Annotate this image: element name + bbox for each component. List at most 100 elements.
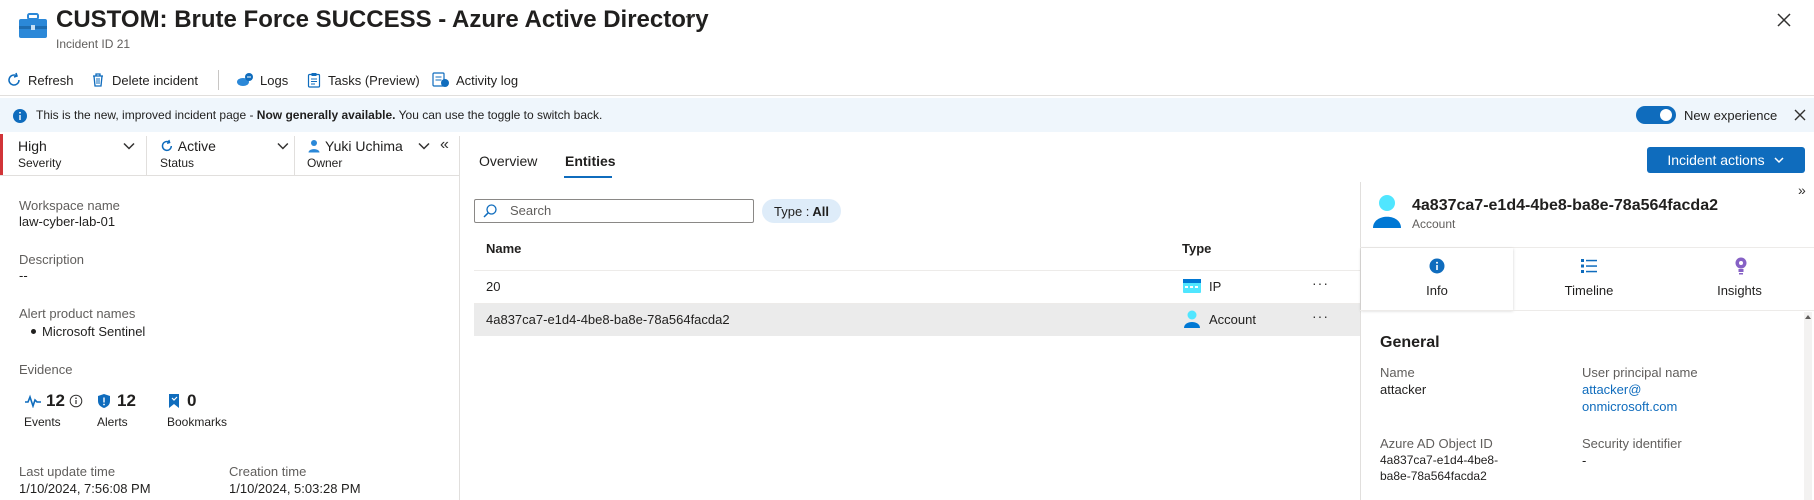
entity-title: 4a837ca7-e1d4-4be8-ba8e-78a564facda2 (1412, 197, 1718, 214)
tab-info[interactable] (1361, 248, 1513, 310)
activity-log-icon (432, 72, 449, 87)
close-button[interactable] (1772, 8, 1796, 32)
column-header-name[interactable]: Name (486, 241, 521, 256)
severity-dropdown[interactable]: High Severity (18, 138, 144, 176)
field-name-label: Name (1380, 365, 1415, 380)
tab-entities[interactable]: Entities (565, 153, 616, 169)
row-more-button[interactable]: ··· (1312, 275, 1329, 291)
column-header-type[interactable]: Type (1182, 241, 1211, 256)
field-name-value: attacker (1380, 382, 1427, 397)
tab-overview[interactable]: Overview (479, 153, 537, 169)
severity-indicator (0, 134, 3, 176)
close-icon (1777, 13, 1791, 27)
entity-name[interactable]: 20 (486, 279, 500, 294)
type-filter-prefix: Type : (774, 203, 810, 219)
owner-dropdown[interactable]: Yuki Uchima Owner (307, 138, 431, 176)
tab-insights-label: Insights (1717, 283, 1762, 298)
delete-incident-button[interactable]: Delete incident (90, 68, 198, 92)
divider (294, 136, 295, 176)
activity-log-button[interactable]: Activity log (432, 68, 518, 92)
upn-line-1: attacker@ (1582, 382, 1642, 397)
ip-icon (1182, 277, 1202, 295)
owner-label: Owner (307, 156, 343, 170)
banner-text-start: This is the new, improved incident page … (36, 108, 257, 122)
evidence-label: Evidence (19, 362, 73, 377)
workspace-value: law-cyber-lab-01 (19, 214, 116, 229)
chevron-down-icon (277, 143, 289, 150)
tab-timeline-label: Timeline (1564, 283, 1614, 298)
refresh-icon (8, 72, 20, 86)
refresh-label: Refresh (28, 72, 74, 88)
field-aad-id-value: 4a837ca7-e1d4-4be8- ba8e-78a564facda2 (1380, 453, 1498, 483)
clipboard-icon (307, 73, 321, 88)
last-update-label: Last update time (19, 464, 116, 479)
bookmarks-evidence[interactable]: 0 (167, 391, 196, 411)
divider (0, 175, 459, 176)
refresh-button[interactable]: Refresh (6, 68, 74, 92)
scroll-up-icon[interactable] (1804, 313, 1812, 321)
page-title: CUSTOM: Brute Force SUCCESS - Azure Acti… (56, 6, 709, 33)
incident-icon (18, 12, 48, 40)
row-more-button[interactable]: ··· (1312, 308, 1329, 324)
bookmarks-count: 0 (187, 391, 197, 410)
aad-id-line-1: 4a837ca7-e1d4-4be8- (1380, 453, 1499, 467)
timeline-icon (1580, 258, 1598, 274)
upn-line-2: onmicrosoft.com (1582, 399, 1678, 414)
alerts-count: 12 (117, 391, 136, 410)
incident-actions-label: Incident actions (1667, 152, 1765, 168)
close-icon (1794, 109, 1806, 121)
creation-time-value: 1/10/2024, 5:03:28 PM (229, 481, 361, 496)
account-avatar-icon (1371, 193, 1403, 229)
tasks-button[interactable]: Tasks (Preview) (306, 68, 420, 92)
collapse-panel-button[interactable]: « (440, 136, 449, 154)
field-upn-link[interactable]: attacker@ onmicrosoft.com (1582, 382, 1677, 414)
alerts-label: Alerts (97, 415, 128, 429)
bookmark-icon (169, 394, 179, 408)
severity-label: Severity (18, 156, 62, 170)
search-placeholder: Search (510, 203, 552, 218)
field-upn-label: User principal name (1582, 365, 1698, 380)
banner-close-button[interactable] (1792, 107, 1808, 123)
incident-actions-button[interactable]: Incident actions (1647, 147, 1805, 173)
entity-name[interactable]: 4a837ca7-e1d4-4be8-ba8e-78a564facda2 (486, 312, 730, 327)
chevron-down-icon (418, 142, 430, 150)
user-icon (308, 140, 320, 153)
description-label: Description (19, 252, 85, 267)
logs-button[interactable]: Logs (236, 68, 288, 92)
last-update-value: 1/10/2024, 7:56:08 PM (19, 481, 151, 496)
aad-id-line-2: ba8e-78a564facda2 (1380, 469, 1487, 483)
alerts-evidence[interactable]: 12 (97, 391, 136, 411)
more-options-button[interactable]: ··· (684, 8, 703, 26)
insights-icon (1734, 257, 1748, 275)
tab-timeline[interactable] (1513, 248, 1665, 310)
entity-panel-border (1360, 182, 1361, 500)
type-filter[interactable]: Type : All (762, 199, 842, 223)
refresh-status-icon (161, 139, 173, 152)
field-sid-label: Security identifier (1582, 436, 1682, 451)
field-aad-id-label: Azure AD Object ID (1380, 436, 1493, 451)
events-evidence[interactable]: 12 (24, 391, 83, 411)
chevron-down-icon (1774, 157, 1784, 164)
field-sid-value: - (1582, 453, 1587, 468)
divider (146, 136, 147, 176)
entity-type: Account (1209, 312, 1256, 327)
workspace-label: Workspace name (19, 198, 120, 213)
info-circle-icon (69, 394, 83, 408)
active-tab-indicator (564, 176, 612, 178)
tab-insights[interactable] (1665, 248, 1814, 310)
toggle-knob (1660, 109, 1672, 121)
toolbar-divider-line (0, 95, 1814, 96)
chevron-down-icon (123, 142, 135, 150)
expand-panel-button[interactable]: » (1798, 182, 1806, 198)
tab-info-label: Info (1426, 283, 1448, 298)
general-section-title: General (1380, 334, 1440, 351)
entity-subtitle: Account (1412, 217, 1456, 231)
banner-text-end: You can use the toggle to switch back. (395, 108, 603, 122)
status-dropdown[interactable]: Active Status (160, 138, 290, 176)
banner-text-bold: Now generally available. (256, 108, 396, 122)
status-value: Active (177, 138, 216, 154)
info-icon (1429, 258, 1445, 274)
entity-panel-scrollbar[interactable] (1804, 312, 1812, 500)
type-filter-value: All (812, 203, 830, 219)
events-label: Events (24, 415, 61, 429)
